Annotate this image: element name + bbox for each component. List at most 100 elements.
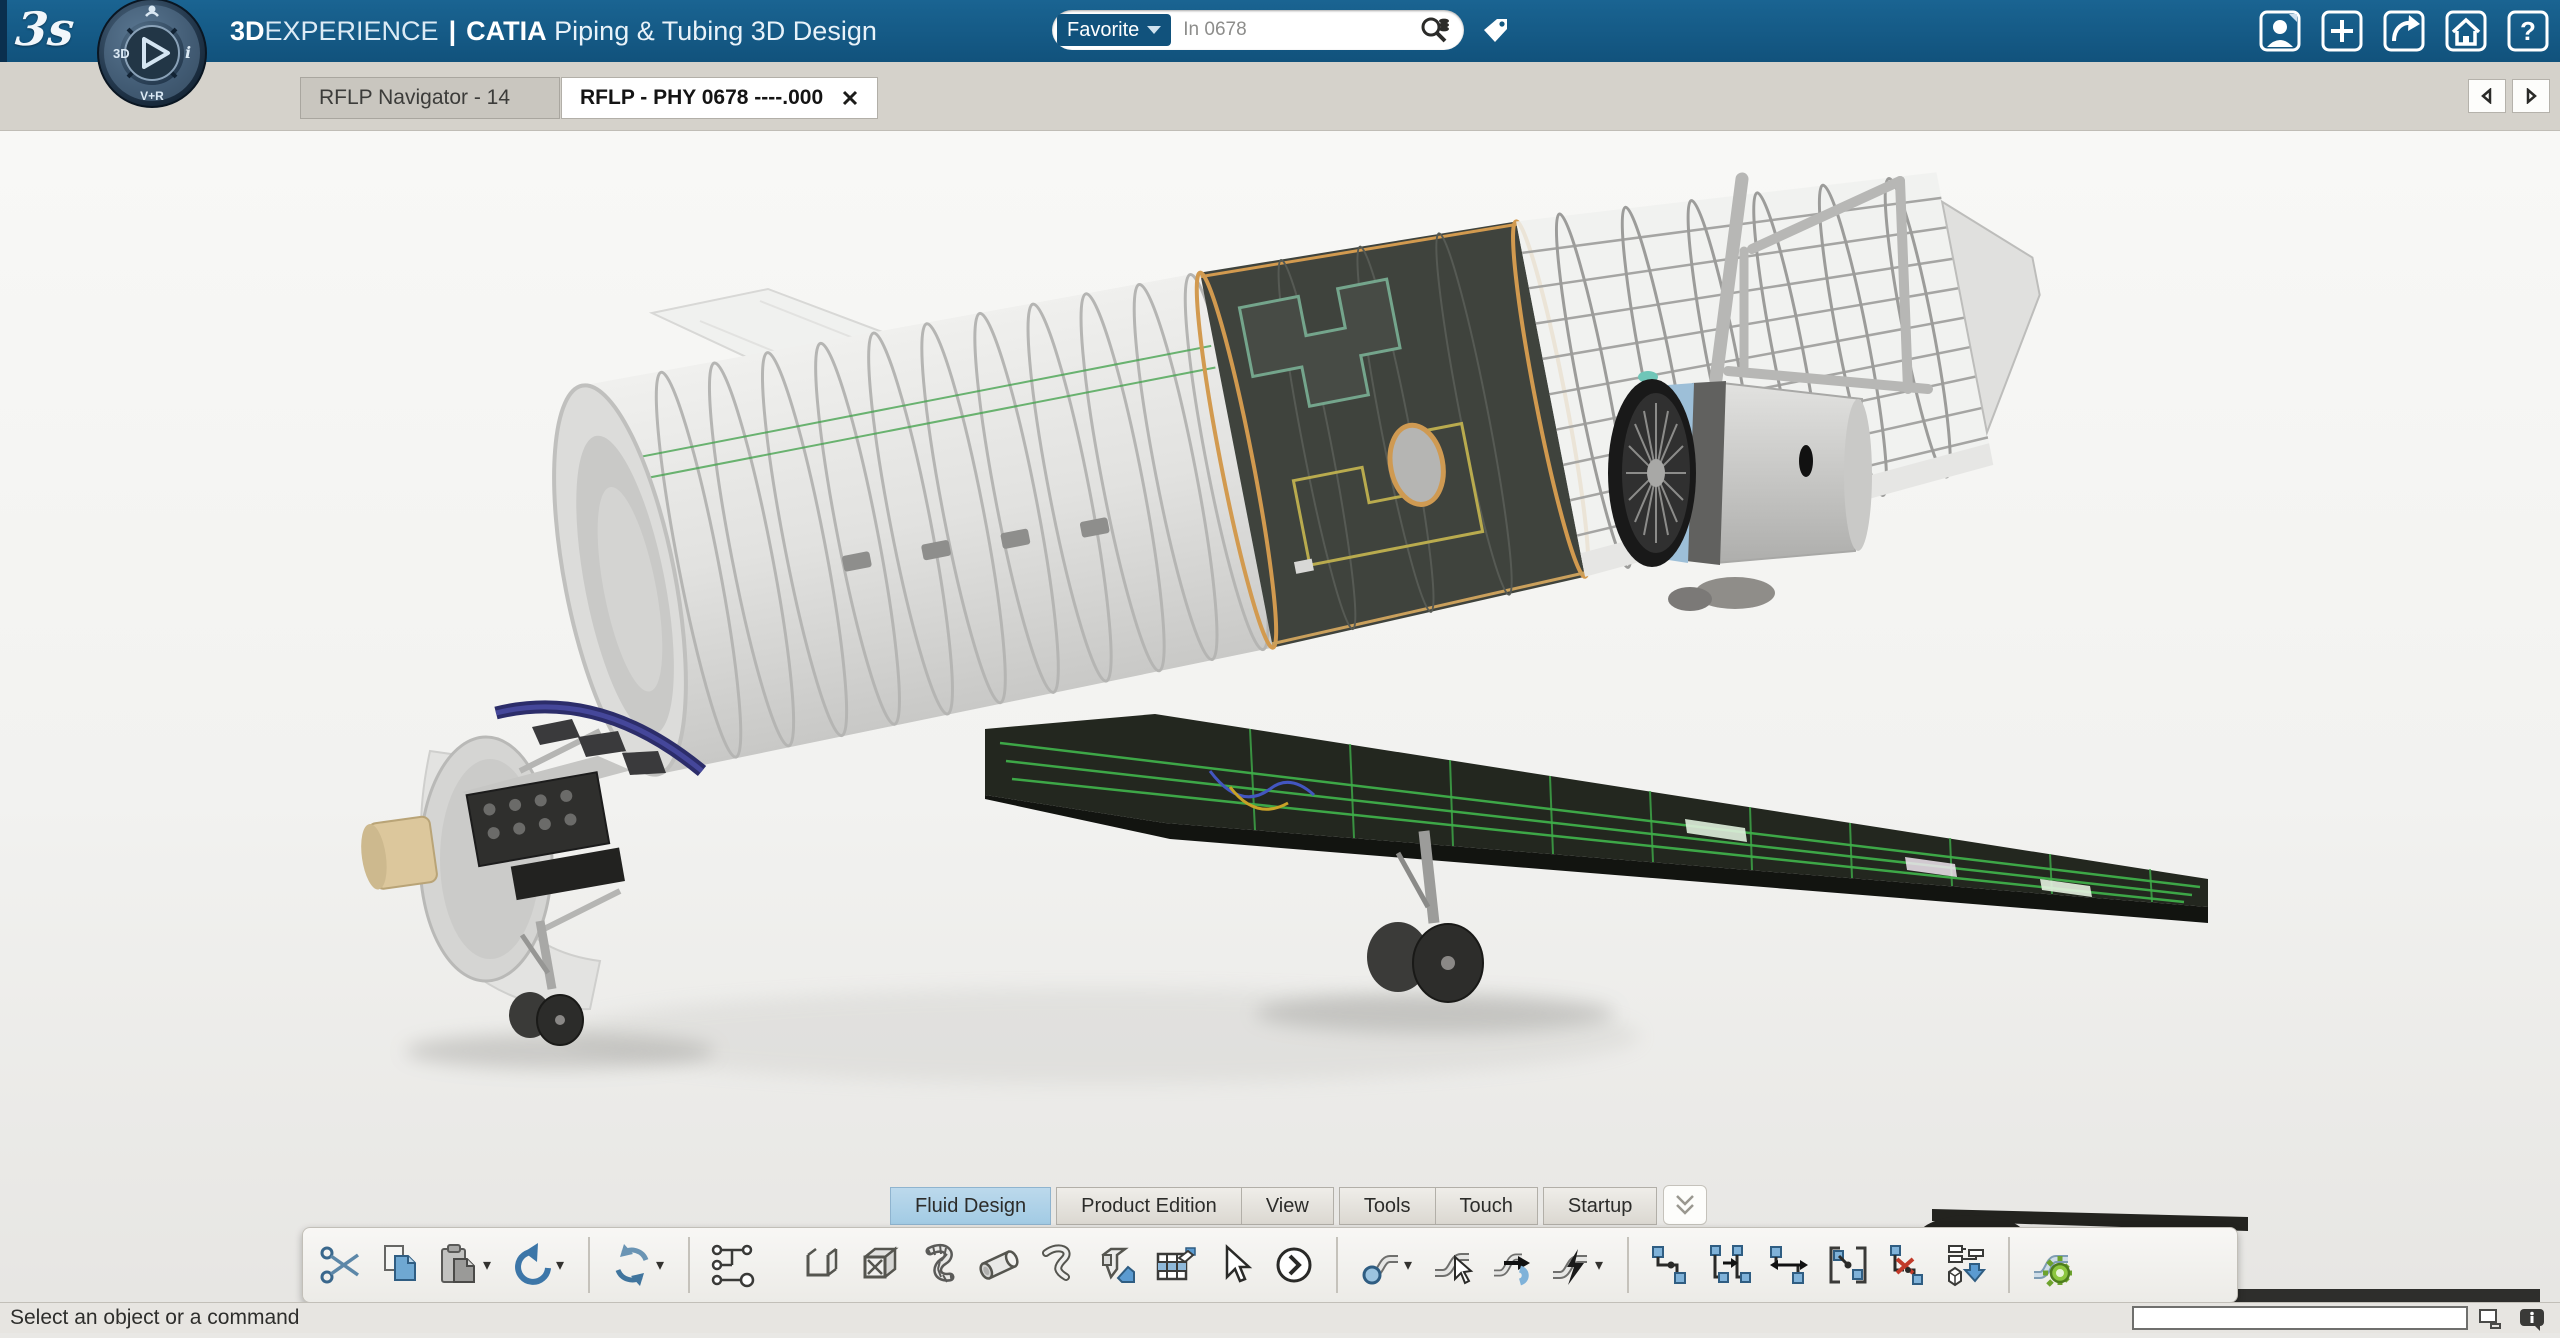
tab-rflp-phy-0678[interactable]: RFLP - PHY 0678 ----.000	[561, 77, 878, 119]
frame-branch-button[interactable]	[1822, 1235, 1874, 1295]
flexible-pipe-button[interactable]	[914, 1235, 966, 1295]
cursor-icon	[1211, 1241, 1259, 1289]
3ds-logo[interactable]: 3s	[13, 2, 77, 56]
dropdown-arrow[interactable]	[656, 1255, 670, 1275]
info-bubble-icon[interactable]	[2518, 1307, 2546, 1331]
more-commands-button[interactable]	[1268, 1235, 1320, 1295]
right-wing	[985, 714, 2208, 923]
title-divider: |	[449, 16, 457, 46]
more-commands-icon	[1270, 1241, 1318, 1289]
top-bar: 3s 3DEXPERIENCE|CATIA Piping & Tubing 3D…	[0, 0, 2560, 62]
ribbon-tab-product-edition[interactable]: Product Edition	[1056, 1187, 1242, 1225]
ribbon-tab-view[interactable]: View	[1241, 1187, 1334, 1225]
piping-options-button[interactable]	[2026, 1235, 2078, 1295]
brand-light: EXPERIENCE	[265, 16, 439, 46]
logical-flow-button[interactable]	[706, 1235, 758, 1295]
dropdown-arrow[interactable]	[483, 1255, 497, 1275]
copy-button[interactable]	[374, 1235, 426, 1295]
route-select-icon	[1429, 1241, 1477, 1289]
compass-south-label[interactable]: V+R	[140, 89, 164, 103]
share-button[interactable]	[2382, 9, 2426, 53]
tab-label: RFLP - PHY 0678 ----.000	[580, 86, 823, 110]
paste-button[interactable]	[433, 1235, 499, 1295]
dropdown-arrow[interactable]	[1595, 1255, 1609, 1275]
user-icon	[2258, 9, 2302, 53]
connect-branch-button[interactable]	[1704, 1235, 1756, 1295]
compass-west-label[interactable]: 3D	[113, 46, 130, 61]
rigid-pipe-button[interactable]	[973, 1235, 1025, 1295]
3dexperience-compass[interactable]: 3D i V+R	[96, 0, 208, 109]
power-input-field[interactable]	[2132, 1306, 2468, 1330]
home-button[interactable]	[2444, 9, 2488, 53]
select-button[interactable]	[1209, 1235, 1261, 1295]
update-button[interactable]	[606, 1235, 672, 1295]
profile-button[interactable]	[2258, 9, 2302, 53]
catalog-browser-icon	[1152, 1241, 1200, 1289]
ribbon-tab-startup[interactable]: Startup	[1543, 1187, 1657, 1225]
route-quick-icon	[1547, 1241, 1595, 1289]
engine	[1608, 371, 1872, 611]
piping-options-icon	[2028, 1241, 2076, 1289]
app-title: 3DEXPERIENCE | CATIA Piping & Tubing 3D De…	[230, 0, 877, 62]
flexible-pipe-icon	[916, 1241, 964, 1289]
ribbon-tab-touch[interactable]: Touch	[1435, 1187, 1538, 1225]
catalog-browser-button[interactable]	[1150, 1235, 1202, 1295]
product-name: CATIA	[466, 16, 547, 46]
duct-icon	[857, 1241, 905, 1289]
dropdown-arrow[interactable]	[1404, 1255, 1418, 1275]
toolbar-separator	[688, 1237, 690, 1293]
toolbar-separator	[588, 1237, 590, 1293]
cut-button[interactable]	[315, 1235, 367, 1295]
nose-equipment	[357, 707, 702, 1009]
tag-icon[interactable]	[1478, 14, 1512, 48]
search-scope-dropdown[interactable]: Favorite	[1057, 14, 1171, 46]
app-name: Piping & Tubing 3D Design	[554, 16, 877, 46]
share-arrow-icon	[2382, 9, 2426, 53]
document-tab-strip: RFLP Navigator - 14 RFLP - PHY 0678 ----…	[0, 62, 2560, 131]
brand-bold: 3D	[230, 16, 265, 46]
route-select-button[interactable]	[1427, 1235, 1479, 1295]
place-component-button[interactable]	[1091, 1235, 1143, 1295]
swap-branch-button[interactable]	[1763, 1235, 1815, 1295]
ribbon-tab-bar: Fluid Design Product Edition View Tools …	[890, 1185, 1707, 1225]
tab-rflp-navigator[interactable]: RFLP Navigator - 14	[300, 77, 560, 119]
tab-label: RFLP Navigator - 14	[319, 86, 510, 110]
search-input[interactable]: In 0678	[1183, 19, 1418, 41]
ribbon-tab-fluid-design[interactable]: Fluid Design	[890, 1187, 1051, 1225]
dropdown-arrow[interactable]	[556, 1255, 570, 1275]
add-button[interactable]	[2320, 9, 2364, 53]
place-component-icon	[1093, 1241, 1141, 1289]
window-icon[interactable]	[2478, 1307, 2504, 1331]
application-window: 3s 3DEXPERIENCE|CATIA Piping & Tubing 3D…	[0, 0, 2560, 1333]
ribbon-collapse-button[interactable]	[1663, 1185, 1707, 1225]
magnifier-database-icon[interactable]	[1418, 14, 1452, 46]
insert-branch-button[interactable]	[1645, 1235, 1697, 1295]
tab-scroll-right-button[interactable]	[2512, 79, 2550, 113]
route-quick-button[interactable]	[1545, 1235, 1611, 1295]
svg-text:?: ?	[2520, 16, 2536, 46]
caret-down-icon	[1147, 26, 1161, 34]
search-bar[interactable]: Favorite In 0678	[1052, 10, 1464, 50]
flexible-tube-button[interactable]	[1032, 1235, 1084, 1295]
remove-branch-button[interactable]	[1881, 1235, 1933, 1295]
left-edge-strip	[0, 0, 7, 62]
undo-button[interactable]	[506, 1235, 572, 1295]
close-icon[interactable]	[841, 89, 859, 107]
raceway-button[interactable]	[796, 1235, 848, 1295]
status-message: Select an object or a command	[10, 1303, 300, 1333]
ribbon-tab-tools[interactable]: Tools	[1339, 1187, 1436, 1225]
compass-east-label[interactable]: i	[185, 43, 191, 62]
action-toolbar	[302, 1227, 2238, 1303]
tab-scroll-left-button[interactable]	[2468, 79, 2506, 113]
swap-branch-icon	[1765, 1241, 1813, 1289]
route-run-button[interactable]	[1354, 1235, 1420, 1295]
route-transfer-button[interactable]	[1486, 1235, 1538, 1295]
help-button[interactable]: ?	[2506, 9, 2550, 53]
duct-button[interactable]	[855, 1235, 907, 1295]
question-icon: ?	[2506, 9, 2550, 53]
3d-viewport[interactable]	[0, 131, 2560, 1333]
build-3d-button[interactable]	[1940, 1235, 1992, 1295]
toolbar-separator	[2008, 1237, 2010, 1293]
logical-flow-icon	[708, 1241, 756, 1289]
home-icon	[2444, 9, 2488, 53]
